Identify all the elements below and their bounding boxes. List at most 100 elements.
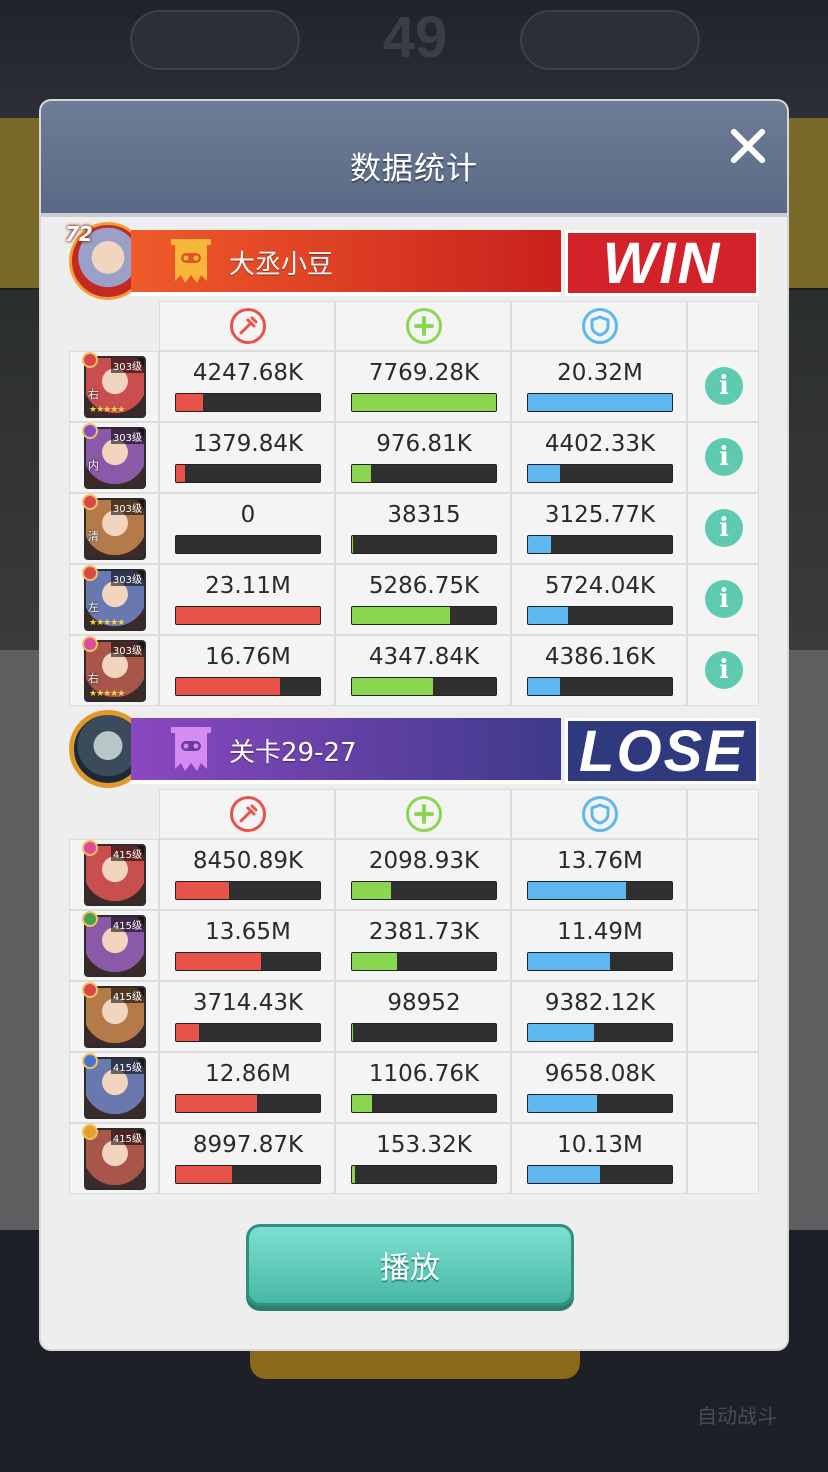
heal-cell: 4347.84K	[335, 635, 511, 706]
hero-level: 415级	[110, 988, 144, 1003]
damage-bar-fill	[176, 607, 320, 624]
element-icon	[82, 1124, 98, 1140]
icon-cell	[159, 301, 335, 351]
damage-bar-fill	[176, 1166, 233, 1183]
defense-bar	[527, 393, 673, 412]
table-row: 303级内 1379.84K 976.81K 4402.33K i	[69, 422, 759, 493]
heal-bar	[351, 393, 497, 412]
damage-value: 3714.43K	[192, 990, 304, 1016]
defense-cell: 4402.33K	[511, 422, 687, 493]
close-icon[interactable]	[721, 121, 773, 173]
plus-icon-glyph	[414, 316, 434, 336]
hero-portrait[interactable]: 303级内	[82, 423, 146, 489]
info-cell: i	[687, 635, 759, 706]
sword-icon	[230, 308, 266, 344]
defense-bar	[527, 1165, 673, 1184]
table-row: 303级 ★★★★★ 右 16.76M 4347.84K 4386.16K i	[69, 635, 759, 706]
heal-bar-fill	[352, 678, 433, 695]
background-auto-battle-label: 自动战斗	[697, 1404, 777, 1428]
defense-bar	[527, 952, 673, 971]
defense-value: 9658.08K	[544, 1061, 656, 1087]
defense-bar-fill	[528, 882, 626, 899]
flag-icon	[171, 727, 211, 771]
defense-bar-fill	[528, 536, 552, 553]
element-icon	[82, 636, 98, 652]
hero-level: 415级	[110, 1130, 144, 1145]
damage-bar	[175, 881, 321, 900]
table-row: 415级 3714.43K 98952 9382.12K	[69, 981, 759, 1052]
hero-cell: 415级	[69, 1123, 159, 1194]
heal-value: 1106.76K	[368, 1061, 480, 1087]
hero-portrait[interactable]: 303级 ★★★★★ 右	[82, 352, 146, 418]
background-bottom-button	[250, 1345, 580, 1379]
damage-bar	[175, 952, 321, 971]
heal-bar	[351, 535, 497, 554]
damage-value: 1379.84K	[192, 431, 304, 457]
damage-bar-fill	[176, 1024, 200, 1041]
stat-icon-row	[69, 789, 759, 839]
heal-bar	[351, 606, 497, 625]
info-icon[interactable]: i	[705, 651, 743, 689]
damage-bar	[175, 1165, 321, 1184]
hero-portrait[interactable]: 415级	[82, 1124, 146, 1190]
damage-cell: 16.76M	[159, 635, 335, 706]
info-icon[interactable]: i	[705, 367, 743, 405]
table-row: 415级 8997.87K 153.32K 10.13M	[69, 1123, 759, 1194]
hero-level: 415级	[110, 846, 144, 861]
hero-cell: 303级 ★★★★★ 右	[69, 635, 159, 706]
heal-value: 98952	[387, 990, 461, 1016]
sword-icon-glyph	[239, 804, 258, 823]
damage-cell: 0	[159, 493, 335, 564]
defense-cell: 11.49M	[511, 910, 687, 981]
shield-icon-glyph	[590, 803, 610, 825]
info-cell	[687, 839, 759, 910]
background-pill-left	[130, 10, 300, 70]
hero-cell: 303级 ★★★★★ 右	[69, 351, 159, 422]
hero-portrait[interactable]: 415级	[82, 911, 146, 977]
modal-header: 数据统计	[41, 101, 787, 217]
hero-level: 303级	[110, 500, 144, 515]
hero-portrait[interactable]: 415级	[82, 840, 146, 906]
plus-icon-glyph	[414, 804, 434, 824]
defense-bar-fill	[528, 1166, 600, 1183]
damage-cell: 8997.87K	[159, 1123, 335, 1194]
element-icon	[82, 911, 98, 927]
table-row: 415级 8450.89K 2098.93K 13.76M	[69, 839, 759, 910]
heal-value: 4347.84K	[368, 644, 480, 670]
hero-portrait[interactable]: 303级 ★★★★★ 左	[82, 565, 146, 631]
defense-bar	[527, 606, 673, 625]
heal-bar	[351, 677, 497, 696]
hero-position-tag: 左	[88, 601, 99, 614]
heal-bar-fill	[352, 1166, 355, 1183]
info-icon[interactable]: i	[705, 509, 743, 547]
hero-level: 303级	[110, 429, 144, 444]
info-icon[interactable]: i	[705, 438, 743, 476]
hero-position-tag: 右	[88, 388, 99, 401]
hero-portrait[interactable]: 303级清	[82, 494, 146, 560]
sword-icon-glyph	[239, 316, 258, 335]
table-row: 303级 ★★★★★ 右 4247.68K 7769.28K 20.32M i	[69, 351, 759, 422]
damage-bar	[175, 606, 321, 625]
heal-bar	[351, 464, 497, 483]
hero-level: 303级	[110, 571, 144, 586]
defense-bar	[527, 881, 673, 900]
info-icon[interactable]: i	[705, 580, 743, 618]
hero-portrait[interactable]: 415级	[82, 982, 146, 1048]
hero-portrait[interactable]: 303级 ★★★★★ 右	[82, 636, 146, 702]
hero-portrait[interactable]: 415级	[82, 1053, 146, 1119]
damage-bar-fill	[176, 465, 185, 482]
heal-cell: 976.81K	[335, 422, 511, 493]
play-button[interactable]: 播放	[246, 1224, 574, 1306]
damage-bar-fill	[176, 953, 261, 970]
damage-cell: 1379.84K	[159, 422, 335, 493]
element-icon	[82, 352, 98, 368]
table-row: 303级 ★★★★★ 左 23.11M 5286.75K 5724.04K i	[69, 564, 759, 635]
defense-value: 13.76M	[557, 848, 643, 874]
team-banner-win: 72 大丞小豆 WIN	[41, 222, 787, 300]
damage-bar-fill	[176, 1095, 257, 1112]
hero-position-tag: 右	[88, 672, 99, 685]
player-level-badge: 72	[65, 222, 93, 246]
defense-value: 3125.77K	[544, 502, 656, 528]
background-pill-right	[520, 10, 700, 70]
hero-position-tag: 清	[88, 530, 99, 543]
